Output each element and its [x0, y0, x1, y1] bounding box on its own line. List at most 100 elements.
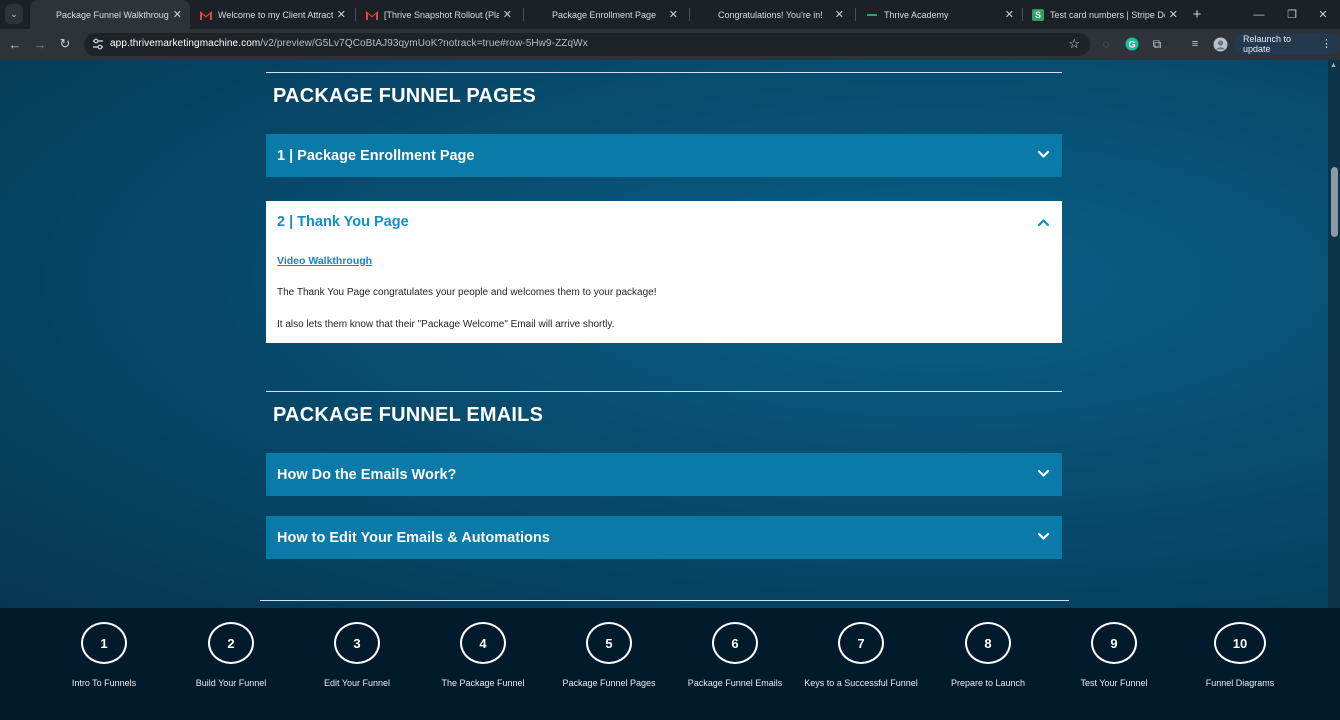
- extensions-icon[interactable]: ⧉: [1147, 34, 1167, 54]
- step-funnel-diagrams[interactable]: 10 Funnel Diagrams: [1175, 622, 1305, 688]
- step-package-funnel-emails[interactable]: 6 Package Funnel Emails: [670, 622, 800, 688]
- chevron-down-icon: [1037, 469, 1050, 477]
- video-walkthrough-link[interactable]: Video Walkthrough: [277, 255, 372, 267]
- step-package-funnel-pages[interactable]: 5 Package Funnel Pages: [544, 622, 674, 688]
- scrollbar-thumb[interactable]: [1331, 167, 1338, 237]
- tab-thrive-academy[interactable]: Thrive Academy ✕: [858, 0, 1022, 29]
- step-number: 10: [1214, 622, 1266, 664]
- step-test-your-funnel[interactable]: 9 Test Your Funnel: [1049, 622, 1179, 688]
- media-controls-icon[interactable]: ≡: [1185, 34, 1205, 54]
- site-info-icon[interactable]: [91, 37, 105, 51]
- tab-separator: [1022, 8, 1023, 21]
- tab-title: Package Funnel Walkthrough (S: [56, 9, 169, 20]
- pages-section-title: PACKAGE FUNNEL PAGES: [273, 85, 536, 107]
- url-text[interactable]: app.thrivemarketingmachine.com/v2/previe…: [110, 38, 588, 49]
- scroll-up-arrow-icon[interactable]: ▲: [1330, 62, 1337, 69]
- grammarly-icon[interactable]: G: [1122, 34, 1142, 54]
- tab-welcome-email[interactable]: Welcome to my Client Attractio ✕: [192, 0, 354, 29]
- close-window-icon[interactable]: ✕: [1306, 0, 1340, 29]
- step-label: Keys to a Successful Funnel: [804, 678, 918, 688]
- bookmark-star-icon[interactable]: ☆: [1068, 36, 1080, 52]
- stripe-icon: S: [1032, 8, 1044, 21]
- video-favicon: [38, 9, 50, 21]
- tab-title: Thrive Academy: [884, 9, 949, 20]
- accordion-title[interactable]: 2 | Thank You Page: [277, 214, 409, 230]
- accordion-edit-emails-automations[interactable]: How to Edit Your Emails & Automations: [266, 516, 1062, 559]
- blank-favicon: [700, 9, 712, 21]
- lens-icon[interactable]: ◌: [1096, 34, 1116, 54]
- step-label: Test Your Funnel: [1080, 678, 1148, 688]
- chevron-up-icon[interactable]: [1036, 215, 1051, 230]
- tab-package-funnel-walkthrough[interactable]: Package Funnel Walkthrough (S ✕: [30, 0, 190, 29]
- chevron-down-icon: [1037, 150, 1050, 158]
- step-intro-to-funnels[interactable]: 1 Intro To Funnels: [39, 622, 169, 688]
- step-label: The Package Funnel: [441, 678, 525, 688]
- close-tab-icon[interactable]: ✕: [1005, 8, 1014, 21]
- thank-you-description: The Thank You Page congratulates your pe…: [277, 287, 657, 298]
- svg-text:G: G: [1128, 40, 1135, 50]
- close-tab-icon[interactable]: ✕: [835, 8, 844, 21]
- close-tab-icon[interactable]: ✕: [337, 8, 346, 21]
- accordion-title: 1 | Package Enrollment Page: [277, 147, 475, 164]
- tab-title: Package Enrollment Page: [552, 9, 657, 20]
- forward-icon[interactable]: →: [30, 34, 50, 54]
- gmail-icon: [200, 9, 212, 21]
- tab-title: Welcome to my Client Attractio: [218, 9, 333, 20]
- menu-dots-icon[interactable]: ⋮: [1321, 37, 1332, 50]
- step-build-your-funnel[interactable]: 2 Build Your Funnel: [166, 622, 296, 688]
- close-tab-icon[interactable]: ✕: [503, 8, 512, 21]
- step-number: 7: [838, 622, 884, 664]
- tab-package-enrollment-page[interactable]: Package Enrollment Page ✕: [526, 0, 686, 29]
- browser-tab-bar: ⌄ Package Funnel Walkthrough (S ✕ Welcom…: [0, 0, 1340, 29]
- step-prepare-to-launch[interactable]: 8 Prepare to Launch: [923, 622, 1053, 688]
- new-tab-button[interactable]: +: [1187, 4, 1207, 24]
- step-label: Intro To Funnels: [71, 678, 137, 688]
- accordion-package-enrollment-page[interactable]: 1 | Package Enrollment Page: [266, 134, 1062, 177]
- tab-search-button[interactable]: ⌄: [5, 4, 23, 24]
- blank-favicon: [534, 9, 546, 21]
- tab-separator: [355, 8, 356, 21]
- step-keys-to-successful-funnel[interactable]: 7 Keys to a Successful Funnel: [796, 622, 926, 688]
- url-host: app.thrivemarketingmachine.com: [110, 38, 261, 49]
- reload-icon[interactable]: ↻: [55, 34, 75, 54]
- profile-avatar[interactable]: [1210, 34, 1230, 54]
- emails-section-title: PACKAGE FUNNEL EMAILS: [273, 404, 544, 426]
- tab-title: Congratulations! You're in!: [718, 9, 823, 20]
- step-edit-your-funnel[interactable]: 3 Edit Your Funnel: [292, 622, 422, 688]
- close-tab-icon[interactable]: ✕: [1169, 8, 1178, 21]
- close-tab-icon[interactable]: ✕: [669, 8, 678, 21]
- address-bar[interactable]: app.thrivemarketingmachine.com/v2/previe…: [84, 33, 1090, 56]
- url-path: /v2/preview/G5Lv7QCoBtAJ93qymUoK?notrack…: [260, 38, 588, 49]
- tab-title: [Thrive Snapshot Rollout (Platin: [384, 9, 499, 20]
- close-tab-icon[interactable]: ✕: [173, 8, 182, 21]
- browser-toolbar: ← → ↻ app.thrivemarketingmachine.com/v2/…: [0, 29, 1340, 60]
- page-content: PACKAGE FUNNEL PAGES 1 | Package Enrollm…: [0, 60, 1340, 608]
- step-number: 5: [586, 622, 632, 664]
- divider: [266, 391, 1062, 392]
- tab-thrive-snapshot-rollout[interactable]: [Thrive Snapshot Rollout (Platin ✕: [358, 0, 520, 29]
- tab-congratulations[interactable]: Congratulations! You're in! ✕: [692, 0, 852, 29]
- step-label: Prepare to Launch: [950, 678, 1026, 688]
- step-number: 1: [81, 622, 127, 664]
- page-scrollbar[interactable]: ▲: [1328, 60, 1340, 608]
- tab-separator: [855, 8, 856, 21]
- tab-separator: [523, 8, 524, 21]
- chevron-down-icon: [1037, 532, 1050, 540]
- course-step-navigation: 1 Intro To Funnels 2 Build Your Funnel 3…: [0, 608, 1340, 720]
- step-number: 8: [965, 622, 1011, 664]
- step-number: 9: [1091, 622, 1137, 664]
- step-label: Funnel Diagrams: [1205, 678, 1275, 688]
- gmail-icon: [366, 9, 378, 21]
- step-label: Package Funnel Emails: [687, 678, 783, 688]
- tab-stripe-docs[interactable]: S Test card numbers | Stripe Doc ✕: [1024, 0, 1186, 29]
- accordion-title: How Do the Emails Work?: [277, 466, 457, 483]
- restore-icon[interactable]: ❐: [1275, 0, 1309, 29]
- minimize-icon[interactable]: —: [1242, 0, 1276, 29]
- step-number: 3: [334, 622, 380, 664]
- step-number: 6: [712, 622, 758, 664]
- accordion-how-emails-work[interactable]: How Do the Emails Work?: [266, 453, 1062, 496]
- step-the-package-funnel[interactable]: 4 The Package Funnel: [418, 622, 548, 688]
- back-icon[interactable]: ←: [5, 34, 25, 54]
- relaunch-to-update-button[interactable]: Relaunch to update ⋮: [1233, 33, 1340, 55]
- step-number: 4: [460, 622, 506, 664]
